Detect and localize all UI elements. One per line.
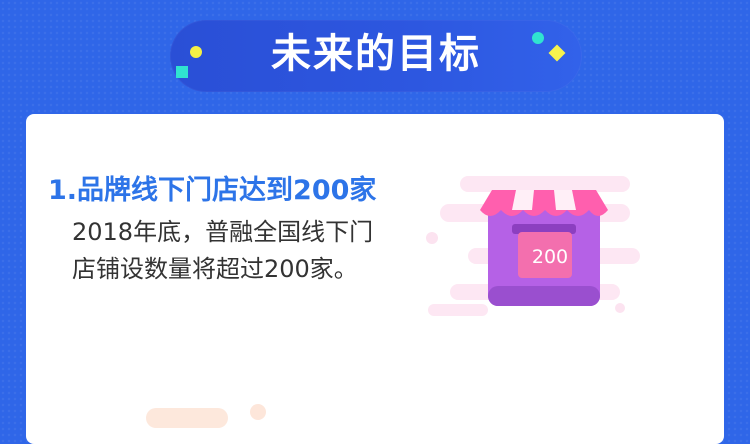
- decor-dot: [615, 303, 625, 313]
- goal-description: 2018年底，普融全国线下门店铺设数量将超过200家。: [72, 218, 374, 283]
- store-awning: [480, 190, 608, 210]
- decor-bar-bottom: [146, 408, 228, 428]
- decor-bar: [428, 304, 488, 316]
- decor-dot-cyan: [532, 32, 544, 44]
- goal-title: 1.品牌线下门店达到200家: [48, 175, 377, 206]
- decor-dot-bottom: [250, 404, 266, 420]
- decor-dot: [426, 232, 438, 244]
- store-count-badge: 200: [531, 246, 569, 268]
- decor-dot-yellow: [190, 46, 202, 58]
- store-base: [488, 286, 600, 306]
- decor-square-cyan: [176, 66, 188, 78]
- page-title: 未来的目标: [271, 31, 481, 77]
- decor-bar: [460, 176, 630, 192]
